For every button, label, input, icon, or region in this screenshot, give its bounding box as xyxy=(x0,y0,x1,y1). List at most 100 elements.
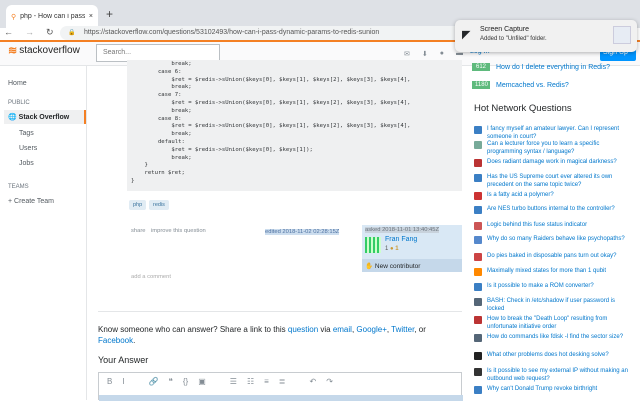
inbox-icon[interactable]: ✉ xyxy=(404,50,410,58)
question-title[interactable]: Are NES turbo buttons internal to the co… xyxy=(487,205,615,214)
back-icon[interactable]: ← xyxy=(4,27,13,38)
hot-network-question[interactable]: Is a fatty acid a polymer? xyxy=(474,191,634,200)
sidebar-item-tags[interactable]: Tags xyxy=(19,130,34,137)
address-bar[interactable]: 🔒 https://stackoverflow.com/questions/531… xyxy=(60,26,470,40)
question-title[interactable]: Why can't Donald Trump revoke birthright xyxy=(487,385,597,394)
share-link[interactable]: share xyxy=(131,228,146,234)
linked-question[interactable]: 612 How do I delete everything in Redis? xyxy=(472,63,610,71)
owner-card: asked 2018-11-01 13:40:45Z Fran Fang 1 ●… xyxy=(362,225,462,272)
google-plus-link[interactable]: Google+ xyxy=(356,325,386,334)
question-title[interactable]: Why do so many Raiders behave like psych… xyxy=(487,235,625,244)
code-line: $ret = $redis->sUnion($keys[0], $keys[1]… xyxy=(131,76,411,83)
hot-network-question[interactable]: Is it possible to see my external IP wit… xyxy=(474,367,634,383)
site-icon xyxy=(474,386,482,394)
facebook-link[interactable]: Facebook xyxy=(98,336,133,345)
question-title[interactable]: Maximally mixed states for more than 1 q… xyxy=(487,267,606,276)
ordered-list-icon[interactable]: ☰ xyxy=(230,377,237,386)
code-line: default: xyxy=(131,138,185,145)
screen-capture-notification[interactable]: ◤ Screen Capture Added to "Unfiled" fold… xyxy=(455,20,637,52)
question-title[interactable]: Is it possible to make a ROM converter? xyxy=(487,282,594,291)
question-title[interactable]: Does radiant damage work in magical dark… xyxy=(487,158,617,167)
hot-network-question[interactable]: How to break the "Death Loop" resulting … xyxy=(474,315,634,331)
user-name[interactable]: Fran Fang xyxy=(385,236,417,243)
hot-network-question[interactable]: BASH: Check in /etc/shadow if user passw… xyxy=(474,297,634,313)
notification-title: Screen Capture xyxy=(480,26,530,33)
new-tab-button[interactable]: + xyxy=(106,7,113,21)
answer-editor[interactable]: B I 🔗 ❝ {} ▣ ☰ ☷ ≡ ≣ ↶ ↷ xyxy=(98,372,463,401)
reload-icon[interactable]: ↻ xyxy=(46,27,54,38)
question-title[interactable]: Has the US Supreme court ever altered it… xyxy=(487,173,634,189)
improve-question-link[interactable]: improve this question xyxy=(151,228,206,234)
question-title[interactable]: How to break the "Death Loop" resulting … xyxy=(487,315,634,331)
question-title[interactable]: How do I delete everything in Redis? xyxy=(496,64,610,71)
edited-timestamp[interactable]: edited 2018-11-02 02:28:15Z xyxy=(265,229,340,235)
avatar[interactable] xyxy=(365,237,381,253)
share-prompt: Know someone who can answer? Share a lin… xyxy=(98,324,458,346)
sidebar-item-users[interactable]: Users xyxy=(19,145,37,152)
question-title[interactable]: Memcached vs. Redis? xyxy=(496,82,569,89)
sidebar-item-jobs[interactable]: Jobs xyxy=(19,160,34,167)
hot-network-question[interactable]: What other problems does hot desking sol… xyxy=(474,351,634,360)
sidebar-item-stack-overflow[interactable]: 🌐 Stack Overflow xyxy=(4,110,86,124)
tag-php[interactable]: php xyxy=(129,200,147,210)
redo-icon[interactable]: ↷ xyxy=(326,377,333,386)
question-link[interactable]: question xyxy=(288,325,318,334)
question-title[interactable]: I fancy myself an amateur lawyer. Can I … xyxy=(487,125,634,141)
share-text: . xyxy=(133,336,136,345)
hot-network-question[interactable]: How do commands like fdisk -l find the s… xyxy=(474,333,634,342)
link-icon[interactable]: 🔗 xyxy=(149,377,159,386)
hot-network-question[interactable]: Can a lecturer force you to learn a spec… xyxy=(474,140,634,156)
code-line: break; xyxy=(131,61,192,67)
add-comment-link[interactable]: add a comment xyxy=(131,274,171,280)
question-title[interactable]: What other problems does hot desking sol… xyxy=(487,351,609,360)
site-icon xyxy=(474,334,482,342)
linked-question[interactable]: 1180 Memcached vs. Redis? xyxy=(472,81,569,89)
question-title[interactable]: Can a lecturer force you to learn a spec… xyxy=(487,140,634,156)
site-logo[interactable]: ≋ stackoverflow xyxy=(8,44,80,57)
divider xyxy=(98,311,462,312)
hot-network-question[interactable]: Does radiant damage work in magical dark… xyxy=(474,158,634,167)
quote-icon[interactable]: ❝ xyxy=(169,377,173,386)
globe-icon: 🌐 xyxy=(8,114,17,121)
question-title[interactable]: Do pies baked in disposable pans turn ou… xyxy=(487,252,616,261)
hot-network-question[interactable]: Is it possible to make a ROM converter? xyxy=(474,282,634,291)
bold-icon[interactable]: B xyxy=(107,377,112,386)
hot-network-question[interactable]: I fancy myself an amateur lawyer. Can I … xyxy=(474,125,634,141)
code-line: break; xyxy=(131,154,192,161)
question-title[interactable]: Logic behind this fuse status indicator xyxy=(487,221,587,230)
hot-network-questions-heading: Hot Network Questions xyxy=(474,103,572,114)
sidebar-heading-public: PUBLIC xyxy=(8,100,30,106)
hot-network-question[interactable]: Why can't Donald Trump revoke birthright xyxy=(474,385,634,394)
hot-network-question[interactable]: Why do so many Raiders behave like psych… xyxy=(474,235,634,244)
help-icon[interactable]: ● xyxy=(440,50,444,58)
new-contributor-badge[interactable]: ✋ New contributor xyxy=(362,259,462,272)
email-link[interactable]: email xyxy=(333,325,352,334)
hot-network-question[interactable]: Has the US Supreme court ever altered it… xyxy=(474,173,634,189)
achievements-icon[interactable]: ⬇ xyxy=(422,50,428,58)
create-team-link[interactable]: + Create Team xyxy=(8,198,54,205)
browser-tab[interactable]: ⚲ php - How can i pass dynamic × xyxy=(6,5,98,28)
question-title[interactable]: Is it possible to see my external IP wit… xyxy=(487,367,634,383)
code-icon[interactable]: {} xyxy=(183,377,188,386)
hot-network-question[interactable]: Logic behind this fuse status indicator xyxy=(474,221,634,230)
editor-input[interactable] xyxy=(99,395,463,401)
question-title[interactable]: BASH: Check in /etc/shadow if user passw… xyxy=(487,297,634,313)
rule-icon[interactable]: ≣ xyxy=(279,377,286,386)
hot-network-question[interactable]: Maximally mixed states for more than 1 q… xyxy=(474,267,634,276)
italic-icon[interactable]: I xyxy=(122,377,124,386)
question-title[interactable]: Is a fatty acid a polymer? xyxy=(487,191,554,200)
hot-network-question[interactable]: Do pies baked in disposable pans turn ou… xyxy=(474,252,634,261)
question-title[interactable]: How do commands like fdisk -l find the s… xyxy=(487,333,623,342)
twitter-link[interactable]: Twitter xyxy=(391,325,414,334)
bulleted-list-icon[interactable]: ☷ xyxy=(247,377,254,386)
sidebar-item-home[interactable]: Home xyxy=(8,80,27,87)
stackoverflow-favicon-icon: ⚲ xyxy=(11,13,17,21)
code-line: return $ret; xyxy=(131,170,185,177)
close-tab-icon[interactable]: × xyxy=(89,13,93,20)
tag-redis[interactable]: redis xyxy=(149,200,169,210)
undo-icon[interactable]: ↶ xyxy=(309,377,316,386)
hot-network-question[interactable]: Are NES turbo buttons internal to the co… xyxy=(474,205,634,214)
heading-icon[interactable]: ≡ xyxy=(264,377,269,386)
image-icon[interactable]: ▣ xyxy=(198,377,206,386)
forward-icon[interactable]: → xyxy=(25,27,34,38)
